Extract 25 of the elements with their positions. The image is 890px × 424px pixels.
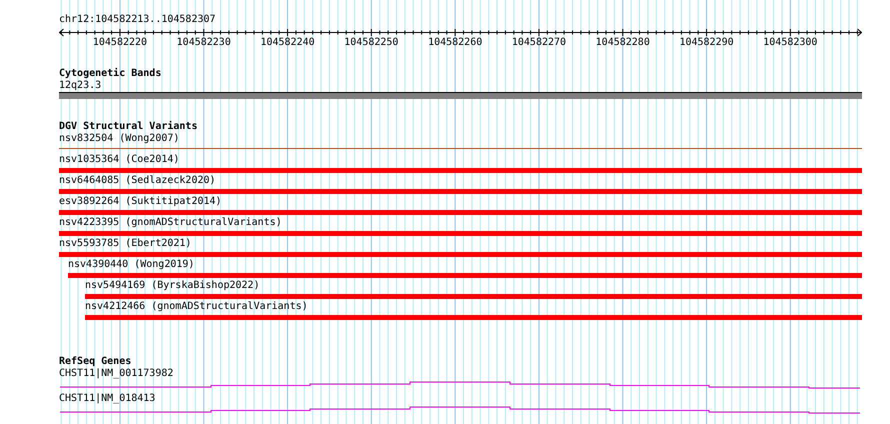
track-title: Cytogenetic Bands [59,68,162,80]
tick-label: 104582300 [763,37,818,48]
variant-label[interactable]: nsv4390440 (Wong2019) [68,259,194,271]
variant-label[interactable]: nsv832504 (Wong2007) [59,133,180,145]
gene-label[interactable]: CHST11|NM_001173982 [59,368,174,380]
tick-label: 104582250 [344,37,398,48]
chromosome-location: chr12:104582213..104582307 [59,13,216,26]
tick-label: 104582260 [428,37,482,48]
band-label: 12q23.3 [59,80,102,92]
variant-label[interactable]: nsv4223395 (gnomADStructuralVariants) [59,217,282,229]
variant-label[interactable]: esv3892264 (Suktitipat2014) [59,196,222,208]
tick-label: 104582290 [679,37,734,48]
tick-label: 104582240 [260,37,315,48]
track-title: DGV Structural Variants [59,121,198,133]
track-title: RefSeq Genes [59,356,132,368]
gene-label[interactable]: CHST11|NM_018413 [59,393,156,405]
tick-label: 104582280 [596,37,650,48]
tick-label: 104582220 [92,37,148,48]
tick-label: 104582230 [176,37,231,48]
variant-label[interactable]: nsv5494169 (ByrskaBishop2022) [85,280,260,292]
variant-label[interactable]: nsv1035364 (Coe2014) [59,154,180,166]
variant-label[interactable]: nsv6464085 (Sedlazeck2020) [59,175,216,187]
variant-label[interactable]: nsv4212466 (gnomADStructuralVariants) [85,301,308,313]
tick-label: 104582270 [512,37,566,48]
variant-label[interactable]: nsv5593785 (Ebert2021) [59,238,192,250]
